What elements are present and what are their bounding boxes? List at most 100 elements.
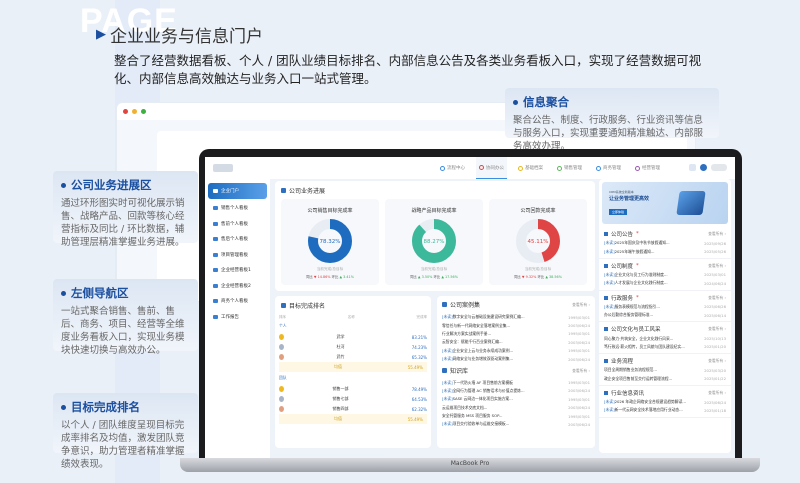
- info-section: 公司文化与员工风采 查看所有 › 同心聚力·共筑安全，企业文化践行风采... 2025…: [599, 322, 731, 355]
- list-item[interactable]: [未读] 企业文化与员工行为准则制度... 2025/03/01: [599, 271, 731, 279]
- app-logo: [213, 164, 233, 172]
- list-item[interactable]: [未读] 全网行为管理 AC 销售话术与价值点提炼... 2003/06/24: [437, 387, 595, 395]
- list-item[interactable]: 安全托管服务 MSS 项目服务 SOP... 1995/03/01: [437, 412, 595, 420]
- knowledge-icon: [442, 368, 447, 374]
- item-date: 1995/03/01: [568, 396, 590, 402]
- list-item[interactable]: 云运维项目技术交底文档... 2003/06/24: [437, 404, 595, 412]
- item-title: 网络安全与业务增效双驱动案例集...: [452, 356, 514, 362]
- list-item[interactable]: [未读] 2026 年政企网络安全合规建设趋势解读... 2025/06/24: [599, 398, 731, 406]
- page-title: ▶ 企业业务与信息门户: [96, 22, 263, 47]
- list-item[interactable]: [未读] 数字安全与云基础设施建设研究案例汇编... 1995/03/01: [437, 313, 595, 321]
- info-section: 公司公告 * 查看所有 › [未读] 2025年国庆及中秋节放假通知... 2025/09…: [599, 227, 731, 259]
- section-icon: [604, 327, 608, 332]
- item-title: 企业安全上云与业务永续成功案例...: [452, 347, 514, 353]
- list-item[interactable]: 政企安全项目售前至交付运转管理流程... 2025/01/22: [599, 375, 731, 383]
- nav-tab[interactable]: 销售管理: [554, 157, 585, 179]
- item-date: 2025/06/24: [704, 399, 726, 405]
- unread-tag: [未读]: [604, 407, 615, 413]
- yoy-label: 同比: [514, 275, 521, 279]
- item-title: 2025年国庆及中秋节放假通知...: [614, 240, 670, 246]
- list-item[interactable]: 办公后勤综合服务管理标准... 2025/06/14: [599, 311, 731, 319]
- user-name-blurred[interactable]: [711, 164, 727, 171]
- item-date: 1995/03/01: [568, 331, 590, 337]
- list-item[interactable]: 零信任与新一代网络安全落地案例全集... 2003/06/24: [437, 321, 595, 329]
- view-all-link[interactable]: 查看所有 ›: [708, 231, 726, 237]
- list-item[interactable]: [未读] 服务表模规范与流程指引... 2025/06/26: [599, 303, 731, 311]
- list-item[interactable]: [未读] SASE 云网边一体化项目实施方案... 1995/03/01: [437, 395, 595, 403]
- chart-icon: [281, 188, 286, 193]
- sidebar-item[interactable]: 企业经营看板2: [205, 278, 270, 294]
- section-title: 行业信息资讯: [611, 390, 645, 397]
- sidebar-item[interactable]: 企业门户: [208, 183, 267, 199]
- list-item[interactable]: 云智安全：赋能千行百业案例汇编... 2003/06/24: [437, 338, 595, 346]
- list-item[interactable]: [未读] 网络安全与业务增效双驱动案例集... 2003/06/24: [437, 355, 595, 363]
- nav-tab[interactable]: 基础档案: [515, 157, 546, 179]
- callout-title: 公司业务进展区: [61, 177, 190, 193]
- view-all-link[interactable]: 查看所有 ›: [708, 358, 726, 364]
- sidebar-item[interactable]: 售前个人看板: [205, 216, 270, 232]
- kpi-subtitle: 当前完成/总目标: [316, 267, 344, 271]
- nav-tab-icon: [635, 165, 640, 171]
- list-item[interactable]: [未读] 人才发展与企业文化践行制度... 2024/06/24: [599, 279, 731, 287]
- view-all-link[interactable]: 查看所有 ›: [708, 295, 726, 301]
- promo-banner[interactable]: CRM系统全新版本 让业务管理更高效 立即体验: [602, 182, 728, 224]
- list-item[interactable]: 笃行致远·薪火相传，员工风貌与团队建设纪实... 2025/01/20: [599, 343, 731, 351]
- item-date: 2003/06/24: [568, 323, 590, 329]
- sidebar-item[interactable]: 项目管理看板: [205, 247, 270, 263]
- sidebar-item[interactable]: 企业经营看板1: [205, 263, 270, 279]
- item-date: 2025/01/22: [704, 376, 726, 382]
- list-item[interactable]: 项目全周期销售业务流程规范... 2025/03/20: [599, 366, 731, 374]
- kpi-value: 88.27%: [424, 239, 445, 245]
- view-all-link[interactable]: 查看所有 ›: [708, 263, 726, 269]
- view-all-link[interactable]: 查看所有 ›: [708, 390, 726, 396]
- list-item[interactable]: [未读] 2025年国庆及中秋节放假通知... 2025/09/26: [599, 239, 731, 247]
- ranking-group-label[interactable]: 团队: [275, 372, 431, 384]
- nav-tab-label: 商务管理: [603, 166, 621, 171]
- view-all-link[interactable]: 查看所有 ›: [572, 302, 590, 308]
- banner-button[interactable]: 立即体验: [609, 209, 628, 215]
- list-item[interactable]: 同心聚力·共筑安全，企业文化践行风采... 2025/10/13: [599, 334, 731, 342]
- list-item[interactable]: [未读] 企业安全上云与业务永续成功案例... 1995/03/01: [437, 347, 595, 355]
- list-item[interactable]: [未读] 下一代防火墙 AF 项目售前方案模板 1995/03/01: [437, 378, 595, 386]
- callout-title: 信息聚合: [513, 94, 711, 110]
- ranking-group-label[interactable]: 个人: [275, 320, 431, 332]
- sidebar-item-label: 工作报告: [221, 314, 239, 320]
- list-item[interactable]: [未读] 新一代云网安全技术落地应用行业动态... 2025/01/18: [599, 406, 731, 414]
- rank-value: 64.53%: [411, 396, 427, 402]
- view-all-link[interactable]: 查看所有 ›: [708, 326, 726, 332]
- kpi-subtitle: 当前完成/总目标: [420, 267, 448, 271]
- list-item[interactable]: 行业解决方案实战案例手册... 1995/03/01: [437, 330, 595, 338]
- avatar[interactable]: [700, 164, 707, 171]
- yoy-label: 同比: [410, 275, 417, 279]
- kpi-compare: 同比 ▼ 14.86% 环比 ▲ 3.41%: [281, 274, 379, 279]
- item-title: 零信任与新一代网络安全落地案例全集...: [442, 322, 511, 328]
- mom-label: 环比: [537, 275, 545, 279]
- nav-tab[interactable]: 流程中心: [437, 157, 468, 179]
- callout-title: 左侧导航区: [61, 285, 190, 301]
- rank-name: 销售四部: [332, 406, 349, 411]
- kpi-value: 78.32%: [320, 239, 341, 245]
- callout-text: 一站式聚合销售、售前、售后、商务、项目、经营等全维度业务看板入口，实现业务模块快…: [61, 306, 185, 356]
- list-item[interactable]: [未读] 项目交付验收单与运维交接模板... 2003/06/24: [437, 420, 595, 428]
- list-item[interactable]: [未读] 2025年端午放假通知... 2025/05/26: [599, 247, 731, 255]
- info-section: 行业信息资讯 查看所有 › [未读] 2026 年政企网络安全合规建设趋势解读... 2…: [599, 386, 731, 418]
- nav-tab-label: 经营管理: [642, 166, 660, 171]
- nav-tab[interactable]: 商务管理: [593, 157, 624, 179]
- sidebar-item[interactable]: 售后个人看板: [205, 232, 270, 248]
- case-panel: 公司案例集 查看所有 › [未读] 数字安全与云基础设施建设研究案例汇编... 199…: [437, 296, 595, 448]
- rank-name: 武竹: [336, 354, 345, 359]
- nav-tab[interactable]: 协同办公: [476, 157, 507, 179]
- sidebar-item[interactable]: 销售个人看板: [205, 201, 270, 217]
- section-title: 公司制度: [611, 263, 634, 270]
- nav-tab[interactable]: 经营管理: [632, 157, 663, 179]
- view-all-link[interactable]: 查看所有 ›: [572, 368, 590, 374]
- rank-name: 销售一部: [332, 386, 349, 391]
- nav-tab-icon: [479, 165, 484, 170]
- sidebar-item[interactable]: 工作报告: [205, 309, 270, 325]
- avg-label: 均值: [334, 364, 342, 369]
- kpi-card: 战略产品目标完成率 88.27% 当前完成/总目标 同比 ▲ 3.50% 环比 …: [385, 199, 483, 285]
- item-title: 安全托管服务 MSS 项目服务 SOP...: [442, 413, 503, 419]
- item-title: 项目全周期销售业务流程规范...: [604, 367, 657, 373]
- apps-icon[interactable]: [689, 164, 696, 171]
- sidebar-item[interactable]: 商务个人看板: [205, 294, 270, 310]
